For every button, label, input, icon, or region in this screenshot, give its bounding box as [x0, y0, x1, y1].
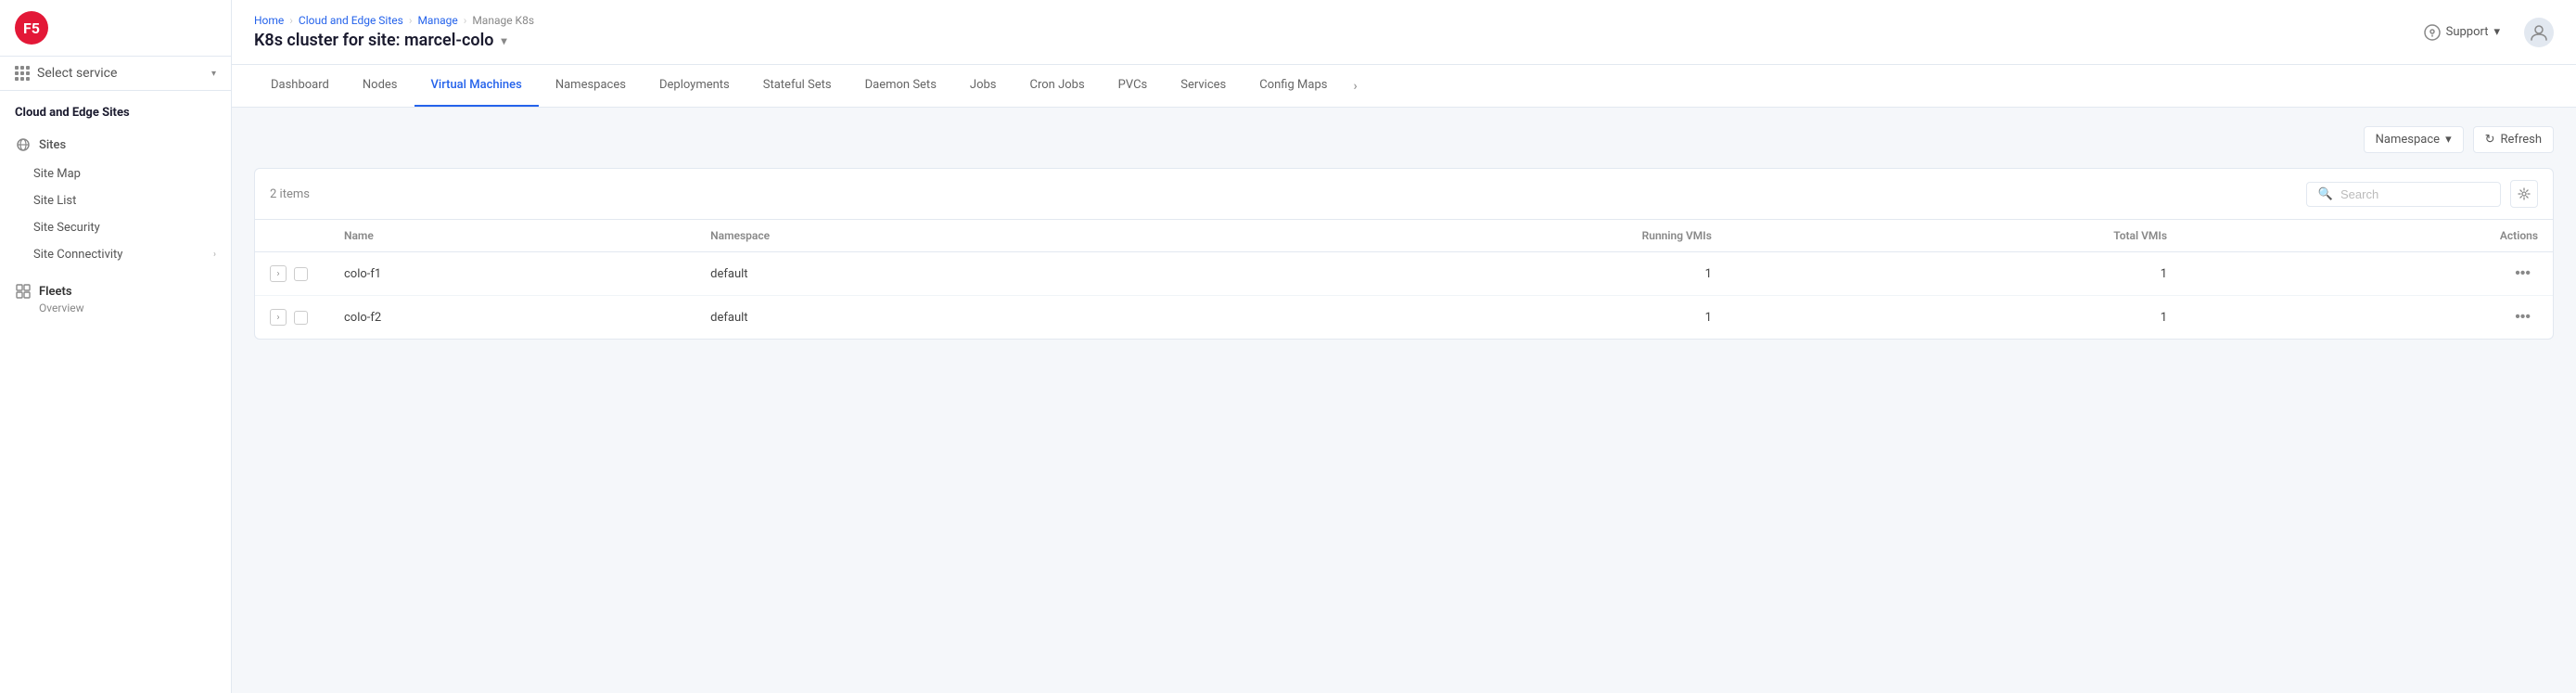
namespace-button[interactable]: Namespace ▾	[2364, 126, 2464, 153]
tab-jobs[interactable]: Jobs	[953, 65, 1014, 107]
tab-config-maps[interactable]: Config Maps	[1243, 65, 1344, 107]
breadcrumb-cloud-edge[interactable]: Cloud and Edge Sites	[299, 14, 403, 27]
tabs-more-button[interactable]: ›	[1344, 66, 1366, 107]
sidebar-group-sites[interactable]: Sites	[0, 129, 231, 160]
fleets-group-label: Fleets	[39, 285, 72, 299]
breadcrumb-manage[interactable]: Manage	[417, 14, 457, 27]
page-title: K8s cluster for site: marcel-colo ▾	[254, 31, 534, 50]
row-actions-button[interactable]: •••	[2507, 263, 2538, 284]
sidebar-item-site-list[interactable]: Site List	[0, 187, 231, 214]
service-selector[interactable]: Select service ▾	[0, 57, 231, 91]
table-settings-button[interactable]	[2510, 180, 2538, 208]
col-controls	[255, 220, 329, 252]
sidebar: F5 Select service ▾ Cloud and Edge Sites	[0, 0, 232, 693]
cell-namespace: default	[695, 296, 1182, 340]
content-toolbar: Namespace ▾ ↻ Refresh	[254, 126, 2554, 153]
breadcrumb-manage-k8s: Manage K8s	[472, 14, 534, 27]
tab-daemon-sets[interactable]: Daemon Sets	[848, 65, 953, 107]
fleets-sub-label: Overview	[15, 302, 216, 314]
col-actions: Actions	[2182, 220, 2553, 252]
cell-running-vmis: 1	[1182, 296, 1727, 340]
sidebar-item-site-security[interactable]: Site Security	[0, 214, 231, 241]
tab-virtual-machines[interactable]: Virtual Machines	[414, 65, 539, 107]
row-expand-button[interactable]: ›	[270, 309, 287, 326]
search-box[interactable]: 🔍	[2306, 182, 2501, 207]
row-checkbox[interactable]	[294, 311, 308, 325]
row-checkbox[interactable]	[294, 267, 308, 281]
tab-cron-jobs[interactable]: Cron Jobs	[1014, 65, 1102, 107]
sidebar-section-title: Cloud and Edge Sites	[0, 106, 231, 129]
col-namespace: Namespace	[695, 220, 1182, 252]
refresh-icon: ↻	[2485, 133, 2495, 147]
row-expand-button[interactable]: ›	[270, 265, 287, 282]
main-content: Home › Cloud and Edge Sites › Manage › M…	[232, 0, 2576, 693]
table-row: › colo-f1 default 1 1 •••	[255, 252, 2553, 296]
cell-total-vmis: 1	[1727, 252, 2182, 296]
tab-deployments[interactable]: Deployments	[643, 65, 746, 107]
vm-table: Name Namespace Running VMIs Total VMIs	[255, 220, 2553, 339]
breadcrumb-home[interactable]: Home	[254, 14, 284, 27]
sidebar-top: F5	[0, 0, 231, 57]
service-selector-label: Select service	[37, 66, 117, 81]
col-name: Name	[329, 220, 695, 252]
service-selector-chevron: ▾	[211, 69, 216, 79]
row-actions-button[interactable]: •••	[2507, 307, 2538, 327]
refresh-button[interactable]: ↻ Refresh	[2473, 126, 2554, 153]
top-bar: Home › Cloud and Edge Sites › Manage › M…	[232, 0, 2576, 65]
tab-services[interactable]: Services	[1164, 65, 1243, 107]
tab-dashboard[interactable]: Dashboard	[254, 65, 346, 107]
breadcrumb: Home › Cloud and Edge Sites › Manage › M…	[254, 14, 534, 27]
support-icon	[2424, 24, 2441, 41]
grid-icon	[15, 66, 30, 81]
table-header-bar: 2 items 🔍	[255, 169, 2553, 220]
items-count: 2 items	[270, 187, 310, 201]
user-avatar[interactable]	[2524, 18, 2554, 47]
search-icon: 🔍	[2318, 187, 2333, 201]
cell-running-vmis: 1	[1182, 252, 1727, 296]
f5-logo: F5	[15, 11, 48, 45]
fleets-icon	[15, 283, 32, 300]
content-area: Namespace ▾ ↻ Refresh 2 items 🔍	[232, 108, 2576, 693]
page-title-chevron[interactable]: ▾	[501, 34, 506, 47]
cell-total-vmis: 1	[1727, 296, 2182, 340]
site-connectivity-chevron: ›	[213, 250, 216, 260]
table-row: › colo-f2 default 1 1 •••	[255, 296, 2553, 340]
col-total-vmis: Total VMIs	[1727, 220, 2182, 252]
settings-icon	[2518, 187, 2531, 200]
cell-name: colo-f1	[329, 252, 695, 296]
sidebar-item-site-connectivity[interactable]: Site Connectivity ›	[0, 241, 231, 268]
table-card: 2 items 🔍	[254, 168, 2554, 340]
sites-icon	[15, 136, 32, 153]
cell-namespace: default	[695, 252, 1182, 296]
tabs-bar: Dashboard Nodes Virtual Machines Namespa…	[232, 65, 2576, 108]
cell-name: colo-f2	[329, 296, 695, 340]
search-input[interactable]	[2340, 187, 2489, 201]
col-running-vmis: Running VMIs	[1182, 220, 1727, 252]
sidebar-item-site-map[interactable]: Site Map	[0, 160, 231, 187]
tab-namespaces[interactable]: Namespaces	[539, 65, 643, 107]
sidebar-nav: Cloud and Edge Sites Sites Site Map Site…	[0, 91, 231, 693]
tab-nodes[interactable]: Nodes	[346, 65, 414, 107]
sites-group-label: Sites	[39, 138, 66, 152]
sidebar-group-fleets[interactable]: Fleets Overview	[0, 276, 231, 322]
tab-pvcs[interactable]: PVCs	[1102, 65, 1165, 107]
support-button[interactable]: Support ▾	[2415, 19, 2509, 46]
tab-stateful-sets[interactable]: Stateful Sets	[746, 65, 848, 107]
